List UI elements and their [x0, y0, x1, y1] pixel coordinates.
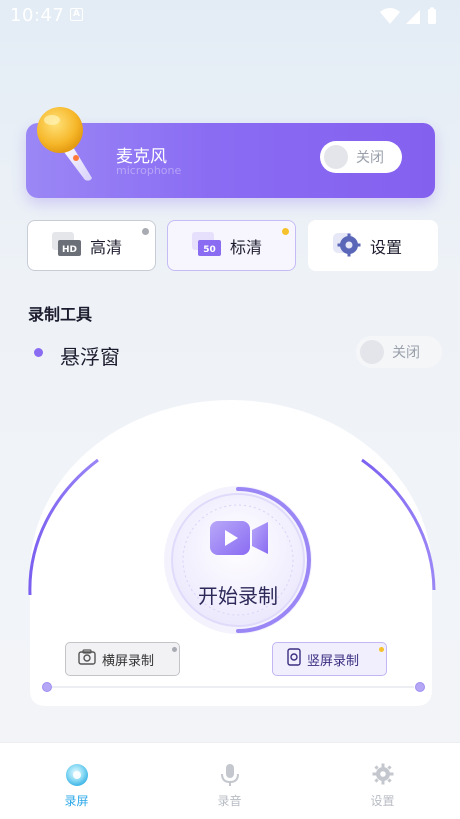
hd-label: 高清: [90, 237, 123, 257]
signal-icon: [406, 10, 420, 24]
settings-label: 设置: [370, 237, 403, 257]
sd-icon: 50: [190, 230, 222, 262]
camera-icon: [78, 649, 96, 669]
hd-quality-button[interactable]: HD 高清: [27, 220, 156, 271]
nav-label-screen-record: 录屏: [64, 794, 89, 808]
status-icons: [378, 6, 448, 30]
portrait-record-button[interactable]: 竖屏录制: [272, 642, 387, 676]
slider-handle-right[interactable]: [415, 682, 425, 692]
landscape-record-button[interactable]: 横屏录制: [65, 642, 180, 676]
portrait-camera-icon: [287, 648, 301, 670]
start-record-button[interactable]: [162, 484, 314, 636]
nav-item-settings[interactable]: 设置: [306, 743, 459, 819]
nav-label-settings: 设置: [370, 794, 395, 808]
sd-badge: 50: [203, 245, 216, 255]
battery-icon: [428, 7, 436, 24]
sd-indicator-dot: [282, 228, 289, 235]
microphone-subtitle: microphone: [116, 164, 182, 177]
microphone-icon: [219, 763, 241, 791]
microphone-toggle[interactable]: 关闭: [320, 141, 402, 173]
hd-icon: HD: [50, 230, 82, 262]
sd-quality-button[interactable]: 50 标清: [167, 220, 296, 271]
slider-handle-left[interactable]: [42, 682, 52, 692]
hd-badge: HD: [62, 245, 77, 255]
settings-gear-icon: [372, 763, 394, 789]
floating-window-label: 悬浮窗: [60, 345, 120, 369]
floating-window-toggle-label: 关闭: [392, 345, 420, 361]
bullet-dot: [34, 348, 43, 357]
screen-record-icon: [65, 763, 89, 791]
sd-label: 标清: [230, 237, 263, 257]
hd-indicator-dot: [142, 228, 149, 235]
nav-label-audio-record: 录音: [217, 794, 242, 808]
microphone-illustration-icon: [30, 104, 100, 188]
start-record-label: 开始录制: [198, 584, 278, 608]
landscape-indicator-dot: [172, 647, 177, 652]
section-title: 录制工具: [28, 305, 93, 324]
status-time: 10:47: [10, 5, 65, 26]
portrait-indicator-dot: [379, 647, 384, 652]
gear-icon: [332, 230, 362, 262]
toggle-knob: [324, 145, 348, 169]
microphone-toggle-label: 关闭: [356, 150, 384, 166]
toggle-knob: [360, 340, 384, 364]
notification-a-icon: A: [70, 8, 83, 21]
portrait-record-label: 竖屏录制: [307, 653, 360, 669]
status-bar: 10:47 A: [0, 0, 460, 32]
landscape-record-label: 横屏录制: [102, 653, 155, 669]
floating-window-toggle[interactable]: 关闭: [356, 336, 442, 368]
settings-button[interactable]: 设置: [308, 220, 438, 271]
nav-item-screen-record[interactable]: 录屏: [0, 743, 153, 819]
nav-item-audio-record[interactable]: 录音: [153, 743, 306, 819]
wifi-icon: [380, 8, 400, 24]
bottom-nav: 录屏 录音 设置: [0, 742, 460, 819]
